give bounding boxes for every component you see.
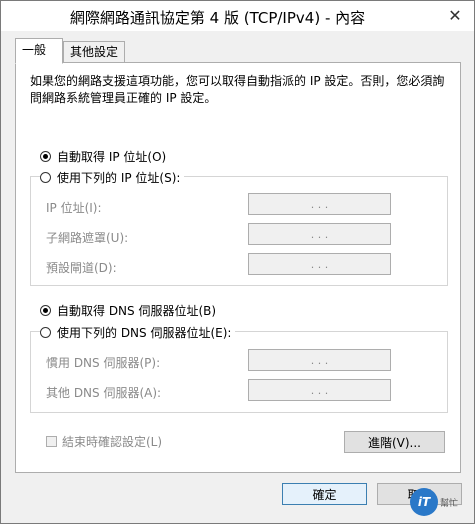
radio-unselected-icon — [40, 172, 51, 183]
ok-button[interactable]: 確定 — [282, 483, 367, 505]
manual-ip-label: 使用下列的 IP 位址(S): — [57, 171, 181, 185]
preferred-dns-label: 慣用 DNS 伺服器(P): — [46, 356, 161, 370]
window-title: 網際網路通訊協定第 4 版 (TCP/IPv4) - 內容 — [69, 9, 366, 27]
default-gateway-label: 預設閘道(D): — [46, 261, 117, 275]
radio-selected-icon — [40, 305, 51, 316]
watermark-text: 幫忙 — [440, 498, 459, 509]
subnet-mask-field[interactable]: . . . — [248, 223, 391, 245]
watermark-badge: iT — [410, 488, 438, 516]
ip-address-field[interactable]: . . . — [248, 193, 391, 215]
advanced-button[interactable]: 進階(V)... — [344, 431, 445, 453]
validate-on-exit-label: 結束時確認設定(L) — [62, 435, 163, 449]
radio-unselected-icon — [40, 327, 51, 338]
auto-dns-radio[interactable]: 自動取得 DNS 伺服器位址(B) — [40, 302, 216, 319]
default-gateway-field[interactable]: . . . — [248, 253, 391, 275]
tab-alternate-configuration[interactable]: 其他設定 — [63, 41, 126, 62]
description-text: 如果您的網路支援這項功能，您可以取得自動指派的 IP 設定。否則，您必須詢問網路… — [30, 74, 445, 105]
title-bar: 網際網路通訊協定第 4 版 (TCP/IPv4) - 內容 ✕ — [1, 1, 474, 31]
tab-general[interactable]: 一般 — [15, 38, 63, 64]
auto-ip-label: 自動取得 IP 位址(O) — [57, 150, 167, 164]
radio-selected-icon — [40, 151, 51, 162]
validate-on-exit-checkbox[interactable]: 結束時確認設定(L) — [46, 433, 162, 450]
auto-dns-label: 自動取得 DNS 伺服器位址(B) — [57, 304, 217, 318]
preferred-dns-field[interactable]: . . . — [248, 349, 391, 371]
alternate-dns-label: 其他 DNS 伺服器(A): — [46, 386, 162, 400]
checkbox-icon — [46, 436, 57, 447]
watermark-logo: iT 幫忙 — [410, 487, 466, 517]
close-icon[interactable]: ✕ — [444, 5, 466, 25]
auto-ip-radio[interactable]: 自動取得 IP 位址(O) — [40, 148, 166, 165]
general-panel: 如果您的網路支援這項功能，您可以取得自動指派的 IP 設定。否則，您必須詢問網路… — [15, 62, 461, 473]
manual-dns-label: 使用下列的 DNS 伺服器位址(E): — [57, 326, 232, 340]
ip-address-label: IP 位址(I): — [46, 201, 102, 215]
alternate-dns-field[interactable]: . . . — [248, 379, 391, 401]
dialog-window: 網際網路通訊協定第 4 版 (TCP/IPv4) - 內容 ✕ 一般 其他設定 … — [0, 0, 475, 524]
subnet-mask-label: 子網路遮罩(U): — [46, 231, 129, 245]
manual-dns-radio[interactable]: 使用下列的 DNS 伺服器位址(E): — [40, 324, 236, 341]
manual-ip-radio[interactable]: 使用下列的 IP 位址(S): — [40, 169, 185, 186]
